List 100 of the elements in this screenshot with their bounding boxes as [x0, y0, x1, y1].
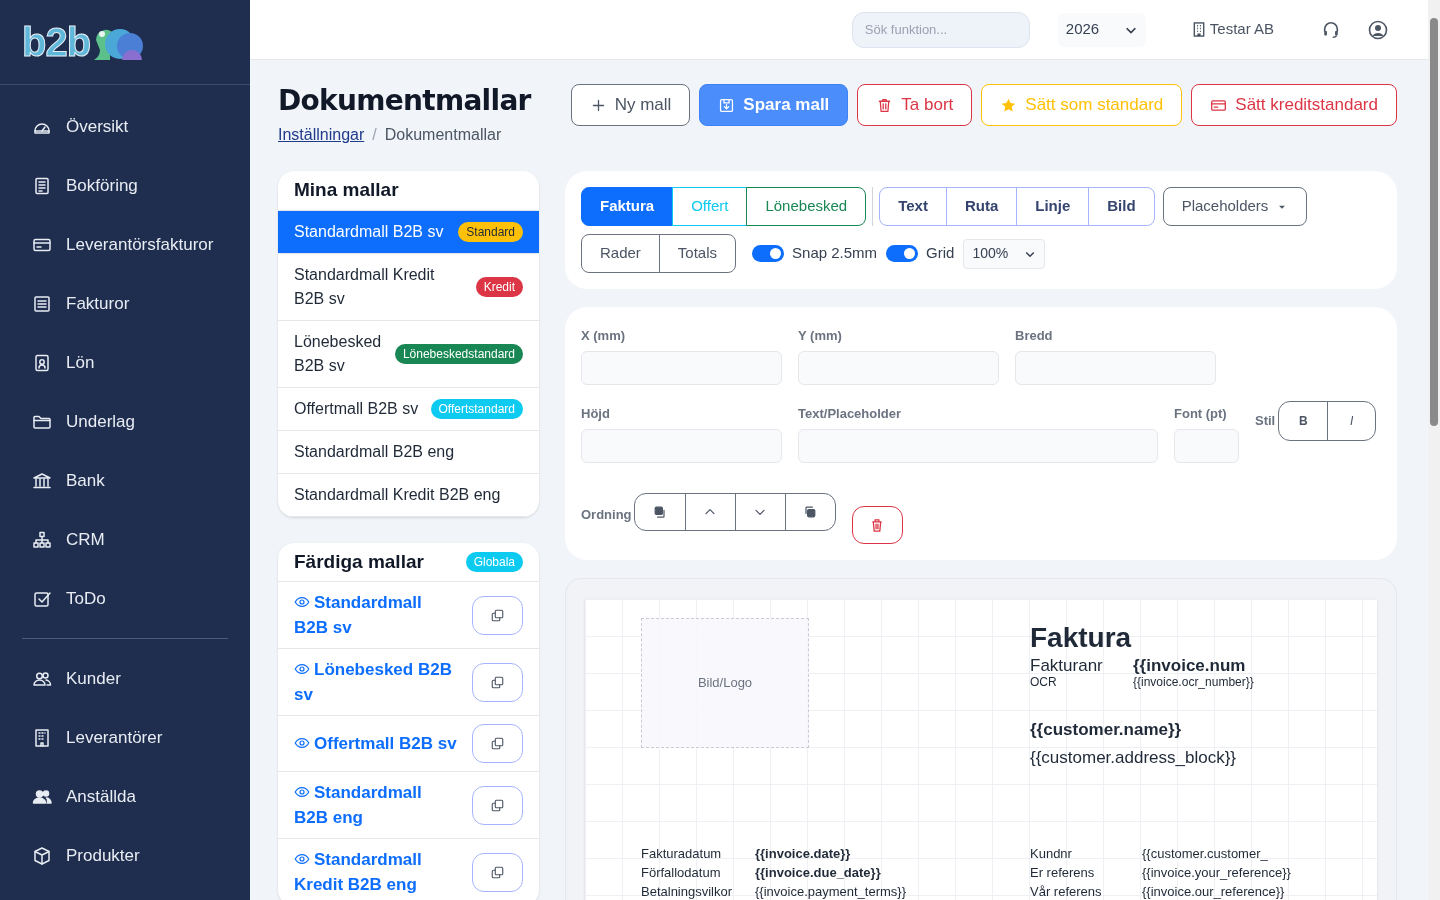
template-item[interactable]: Standardmall B2B sv Standard [278, 211, 539, 254]
template-link[interactable]: Standardmall B2B sv [294, 590, 459, 640]
image-placeholder[interactable]: Bild/Logo [641, 618, 809, 748]
template-link[interactable]: Offertmall B2B sv [294, 731, 459, 756]
section-button[interactable]: Totals [658, 234, 737, 273]
badge: Globala [465, 552, 523, 572]
tool-button[interactable]: Linje [1016, 187, 1090, 226]
tool-button[interactable]: Text [879, 187, 947, 226]
user-icon[interactable] [1368, 19, 1388, 40]
eye-icon [294, 661, 310, 677]
copy-button[interactable] [472, 852, 523, 892]
style-button[interactable]: B [1279, 402, 1328, 440]
style-button[interactable]: I [1327, 402, 1376, 440]
action-button[interactable]: Sätt kreditstandard [1191, 84, 1397, 126]
page-title: Dokumentmallar [278, 84, 531, 118]
placeholder-value: {{invoice.num [1133, 657, 1246, 675]
sidebar-item[interactable]: ToDo [0, 569, 250, 628]
placeholder-value: {{customer.name}} [1030, 720, 1183, 740]
toggle-label: Snap 2.5mm [792, 243, 878, 264]
zoom-select[interactable]: 100% [963, 238, 1046, 269]
sidebar-item[interactable]: Lön [0, 333, 250, 392]
placeholders-dropdown[interactable]: Placeholders [1162, 187, 1308, 226]
field-label: Er referens [1030, 864, 1096, 882]
badge: Offertstandard [430, 399, 523, 419]
section-button[interactable]: Rader [581, 234, 660, 273]
field-label: Bredd [1015, 327, 1054, 345]
sidebar-item[interactable]: Bank [0, 451, 250, 510]
search-field[interactable]: Sök funktion... [851, 11, 1030, 48]
breadcrumb-separator: / [372, 125, 377, 145]
copy-icon [490, 864, 505, 880]
card-title: Färdiga mallar [294, 549, 424, 574]
sidebar-item[interactable]: Leverantörsfakturor [0, 215, 250, 274]
placeholder-value: {{invoice.due_date}} [755, 864, 881, 882]
sidebar-item[interactable]: Underlag [0, 392, 250, 451]
year-select[interactable]: 2026 [1057, 12, 1146, 47]
id-badge-icon [32, 352, 52, 373]
sidebar-item[interactable]: Leverantörer [0, 708, 250, 767]
toggle-label: Grid [926, 243, 955, 264]
copy-button[interactable] [472, 724, 523, 763]
trash-icon [871, 518, 884, 532]
copy-icon [490, 674, 505, 690]
sidebar-item[interactable]: Kunder [0, 649, 250, 708]
template-link[interactable]: Standardmall B2B eng [294, 780, 459, 830]
building-icon [32, 727, 52, 748]
eye-icon [294, 784, 310, 800]
field-label: OCR [1030, 675, 1058, 690]
delete-button[interactable] [851, 506, 903, 544]
copy-button[interactable] [472, 662, 523, 702]
field-label: X (mm) [581, 327, 627, 345]
input-field[interactable] [798, 429, 1158, 463]
eye-icon [294, 735, 310, 751]
sidebar-item[interactable]: Fakturor [0, 274, 250, 333]
sidebar-item[interactable]: Bokföring [0, 156, 250, 215]
tool-button[interactable]: Ruta [945, 187, 1018, 226]
scrollbar[interactable] [1428, 0, 1440, 900]
copy-button[interactable] [472, 785, 523, 825]
input-field[interactable] [1015, 351, 1216, 385]
field-label: Förfallodatum [641, 864, 722, 882]
breadcrumb-current: Dokumentmallar [384, 125, 502, 145]
template-item[interactable]: Lönebesked B2B sv Lönebeskedstandard [278, 321, 539, 388]
placeholder-value: {{invoice.our_reference}} [1142, 883, 1285, 900]
tab[interactable]: Faktura [581, 187, 674, 226]
template-link[interactable]: Standardmall Kredit B2B eng [294, 847, 459, 897]
headset-icon[interactable] [1322, 20, 1340, 39]
tab[interactable]: Lönebesked [746, 187, 867, 226]
toggle-switch[interactable] [752, 245, 785, 262]
template-item[interactable]: Standardmall Kredit B2B sv Kredit [278, 254, 539, 321]
eye-icon [294, 594, 310, 610]
template-item[interactable]: Standardmall B2B eng [278, 431, 539, 474]
field-label: Y (mm) [798, 327, 843, 345]
building-icon [1191, 22, 1206, 37]
sidebar-item[interactable]: CRM [0, 510, 250, 569]
journal-icon [32, 175, 52, 196]
template-item[interactable]: Standardmall Kredit B2B eng [278, 474, 539, 517]
input-field[interactable] [1174, 429, 1239, 463]
template-link[interactable]: Lönebesked B2B sv [294, 657, 459, 707]
copy-icon [490, 607, 505, 623]
sidebar-item[interactable]: Anställda [0, 767, 250, 826]
action-button[interactable]: Ny mall [570, 84, 691, 126]
placeholder-value: {{invoice.ocr_number}} [1133, 675, 1254, 690]
breadcrumb-link[interactable]: Inställningar [278, 123, 365, 147]
field-label: Kundnr [1030, 845, 1073, 863]
field-label: Fakturadatum [641, 845, 723, 863]
input-field[interactable] [798, 351, 999, 385]
toggle-switch[interactable] [886, 245, 919, 262]
input-field[interactable] [581, 429, 782, 463]
sidebar-item[interactable]: Översikt [0, 97, 250, 156]
tool-button[interactable]: Bild [1088, 187, 1155, 226]
action-button[interactable]: Ta bort [857, 84, 973, 126]
sidebar-item[interactable]: Produkter [0, 826, 250, 885]
template-item[interactable]: Offertmall B2B sv Offertstandard [278, 388, 539, 431]
placeholder-value: {{customer.customer_ [1142, 845, 1268, 863]
placeholder-value: {{invoice.date}} [755, 845, 851, 863]
copy-button[interactable] [472, 595, 523, 635]
copy-icon [490, 736, 505, 751]
box-icon [32, 845, 52, 866]
company-link[interactable]: Testar AB [1191, 18, 1274, 41]
logo[interactable]: b2b [22, 22, 153, 62]
input-field[interactable] [581, 351, 782, 385]
field-label: Text/Placeholder [798, 405, 903, 423]
